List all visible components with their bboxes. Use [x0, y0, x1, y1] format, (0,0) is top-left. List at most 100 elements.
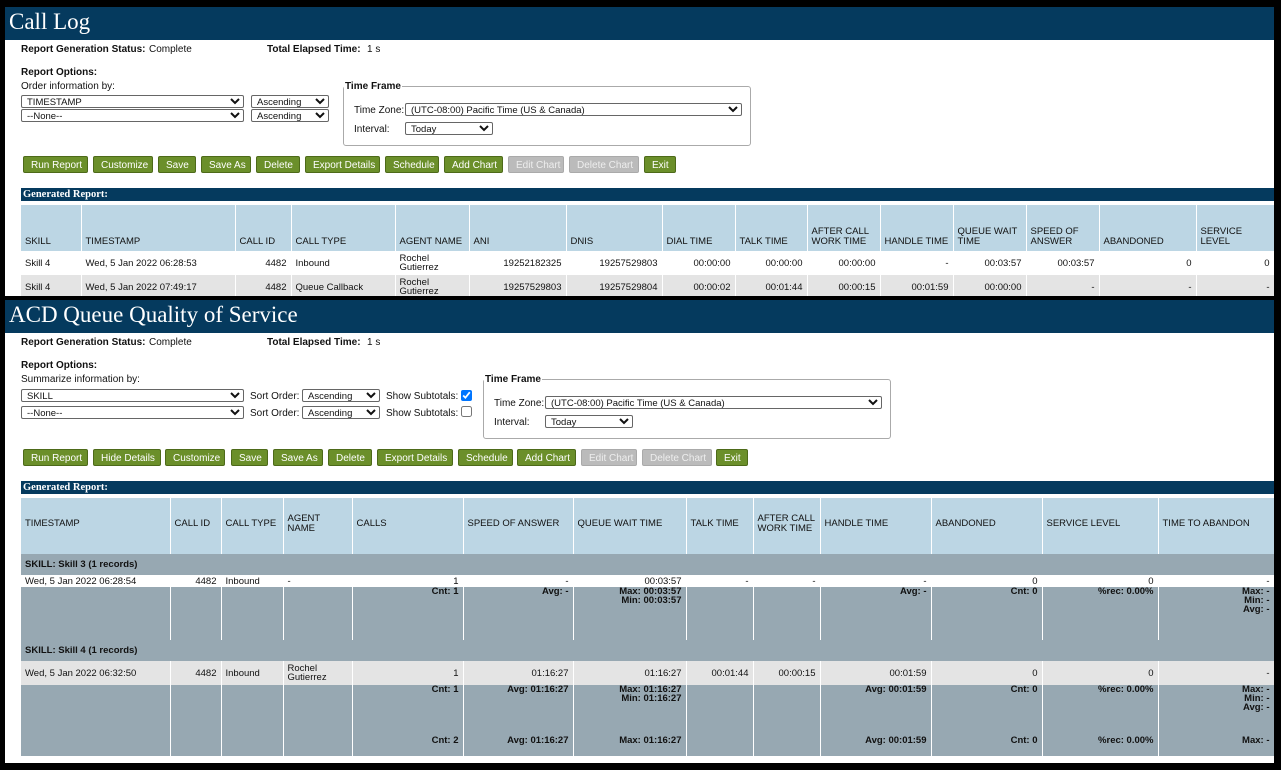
show-subtotals-checkbox-1[interactable] [461, 390, 472, 401]
col-header[interactable]: HANDLE TIME [820, 498, 932, 554]
cell: Rochel Gutierrez [395, 275, 470, 296]
col-header[interactable]: DNIS [566, 205, 663, 251]
col-header[interactable]: DIAL TIME [662, 205, 736, 251]
cell: Wed, 5 Jan 2022 07:49:17 [81, 275, 236, 296]
cell: 4482 [235, 275, 292, 296]
subtotal-cell [21, 736, 171, 756]
customize-button[interactable]: Customize [165, 449, 225, 466]
show-subtotals-label: Show Subtotals: [386, 408, 459, 419]
save-as-button[interactable]: Save As [273, 449, 323, 466]
table-row: Wed, 5 Jan 2022 06:32:50 4482 Inbound Roche… [21, 661, 1274, 685]
col-header[interactable]: HANDLE TIME [880, 205, 954, 251]
cell: 01:16:27 [573, 661, 687, 685]
exit-button[interactable]: Exit [644, 156, 676, 173]
delete-button[interactable]: Delete [256, 156, 300, 173]
col-header[interactable]: CALL ID [235, 205, 292, 251]
summarize-select-1[interactable]: SKILL [21, 389, 244, 402]
col-header[interactable]: QUEUE WAIT TIME [573, 498, 687, 554]
call-log-panel: Call Log Report Generation Status: Compl… [5, 7, 1274, 296]
export-details-button[interactable]: Export Details [305, 156, 380, 173]
col-header[interactable]: CALLS [352, 498, 464, 554]
order-direction-select-1[interactable]: Ascending [251, 95, 329, 108]
export-details-button[interactable]: Export Details [377, 449, 453, 466]
subtotal-cell: Cnt: 2 [352, 736, 464, 756]
subtotal-cell: Avg: - [463, 587, 574, 640]
subtotal-cell: Max: 01:16:27 Min: 01:16:27 [573, 685, 687, 736]
subtotal-cell [753, 587, 821, 640]
elapsed-label: Total Elapsed Time: [267, 44, 361, 55]
col-header[interactable]: TIME TO ABANDON [1158, 498, 1274, 554]
col-header[interactable]: TIMESTAMP [81, 205, 236, 251]
save-as-button[interactable]: Save As [201, 156, 251, 173]
subtotal-cell [283, 685, 353, 736]
col-header[interactable]: AGENT NAME [283, 498, 353, 554]
cell: Wed, 5 Jan 2022 06:28:53 [81, 251, 236, 275]
summarize-label: Summarize information by: [21, 374, 140, 385]
schedule-button[interactable]: Schedule [385, 156, 439, 173]
col-header[interactable]: ABANDONED [1099, 205, 1197, 251]
col-header[interactable]: CALL TYPE [291, 205, 396, 251]
cell: 0 [931, 575, 1043, 587]
cell: Queue Callback [291, 275, 396, 296]
time-zone-select[interactable]: (UTC-08:00) Pacific Time (US & Canada) [545, 396, 882, 409]
cell: 00:03:57 [573, 575, 687, 587]
show-subtotals-checkbox-2[interactable] [461, 406, 472, 417]
order-by-select-2[interactable]: --None-- [21, 109, 244, 122]
save-button[interactable]: Save [158, 156, 196, 173]
col-header[interactable]: TALK TIME [735, 205, 808, 251]
delete-chart-button[interactable]: Delete Chart [569, 156, 639, 173]
run-report-button[interactable]: Run Report [23, 449, 88, 466]
group-label[interactable]: SKILL: Skill 4 (1 records) [21, 640, 1274, 661]
col-header[interactable]: SERVICE LEVEL [1196, 205, 1274, 251]
sort-order-select-1[interactable]: Ascending [302, 389, 380, 402]
time-zone-select[interactable]: (UTC-08:00) Pacific Time (US & Canada) [405, 103, 742, 116]
cell: 00:00:15 [807, 275, 881, 296]
group-label[interactable]: SKILL: Skill 3 (1 records) [21, 554, 1274, 575]
order-direction-select-2[interactable]: Ascending [251, 109, 329, 122]
add-chart-button[interactable]: Add Chart [517, 449, 576, 466]
col-header[interactable]: AFTER CALL WORK TIME [807, 205, 881, 251]
subtotal-cell: Cnt: 0 [931, 685, 1043, 736]
subtotal-cell: %rec: 0.00% [1042, 587, 1159, 640]
order-by-select-1[interactable]: TIMESTAMP [21, 95, 244, 108]
col-header[interactable]: AGENT NAME [395, 205, 470, 251]
col-header[interactable]: ANI [469, 205, 567, 251]
subtotal-cell [21, 685, 171, 736]
col-header[interactable]: TIMESTAMP [21, 498, 171, 554]
cell: 0 [1042, 575, 1159, 587]
col-header[interactable]: ABANDONED [931, 498, 1043, 554]
schedule-button[interactable]: Schedule [458, 449, 513, 466]
delete-button[interactable]: Delete [328, 449, 372, 466]
time-zone-label: Time Zone: [494, 398, 545, 409]
col-header[interactable]: SPEED OF ANSWER [1026, 205, 1100, 251]
subtotal-cell: Avg: 00:01:59 [820, 736, 932, 756]
interval-select[interactable]: Today [405, 122, 493, 135]
col-header[interactable]: QUEUE WAIT TIME [953, 205, 1027, 251]
add-chart-button[interactable]: Add Chart [444, 156, 503, 173]
interval-select[interactable]: Today [545, 415, 633, 428]
col-header[interactable]: AFTER CALL WORK TIME [753, 498, 821, 554]
edit-chart-button[interactable]: Edit Chart [581, 449, 637, 466]
col-header[interactable]: CALL TYPE [221, 498, 284, 554]
col-header[interactable]: SPEED OF ANSWER [463, 498, 574, 554]
run-report-button[interactable]: Run Report [23, 156, 88, 173]
hide-details-button[interactable]: Hide Details [93, 449, 161, 466]
sort-order-select-2[interactable]: Ascending [302, 406, 380, 419]
col-header[interactable]: SERVICE LEVEL [1042, 498, 1159, 554]
cell: - [820, 575, 932, 587]
col-header[interactable]: SKILL [21, 205, 82, 251]
exit-button[interactable]: Exit [716, 449, 748, 466]
subtotal-cell: Max: 01:16:27 [573, 736, 687, 756]
col-header[interactable]: CALL ID [170, 498, 222, 554]
edit-chart-button[interactable]: Edit Chart [508, 156, 564, 173]
group-header-row: SKILL: Skill 3 (1 records) [21, 554, 1274, 575]
elapsed-label: Total Elapsed Time: [267, 337, 361, 348]
customize-button[interactable]: Customize [93, 156, 153, 173]
delete-chart-button[interactable]: Delete Chart [642, 449, 712, 466]
summarize-select-2[interactable]: --None-- [21, 406, 244, 419]
status-value: Complete [149, 44, 192, 55]
cell: Rochel Gutierrez [283, 661, 353, 685]
save-button[interactable]: Save [231, 449, 268, 466]
cell: 19257529804 [566, 275, 663, 296]
col-header[interactable]: TALK TIME [686, 498, 754, 554]
